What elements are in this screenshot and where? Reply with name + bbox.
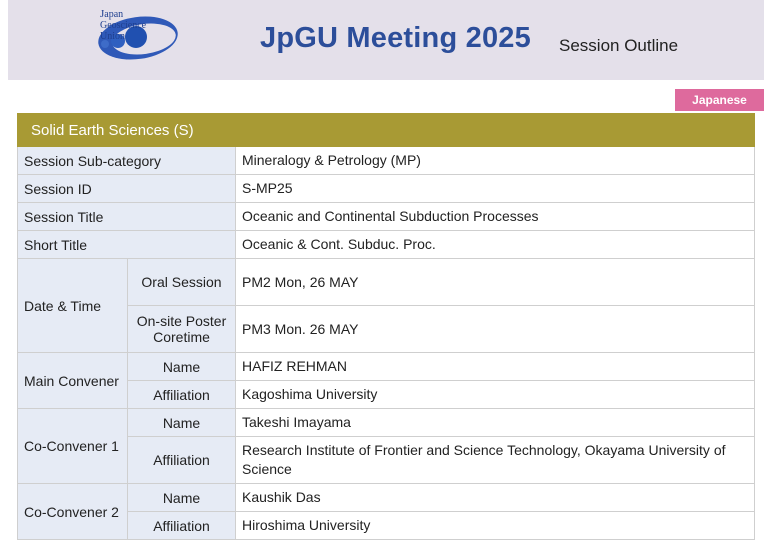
co-convener-1-name: Takeshi Imayama [235, 408, 755, 437]
main-convener-affiliation-label: Affiliation [127, 380, 236, 409]
table-row: Affiliation Kagoshima University [18, 380, 755, 409]
table-row: Affiliation Hiroshima University [18, 511, 755, 540]
table-row: Co-Convener 2 Name Kaushik Das [17, 483, 755, 540]
meeting-title: JpGU Meeting 2025 [260, 22, 531, 54]
category-title: Solid Earth Sciences (S) [17, 113, 755, 147]
short-title-value: Oceanic & Cont. Subduc. Proc. [235, 230, 755, 259]
co-convener-2-label: Co-Convener 2 [17, 483, 128, 540]
poster-coretime-label: On-site Poster Coretime [127, 305, 236, 353]
session-title-label: Session Title [17, 202, 236, 231]
oral-session-label: Oral Session [127, 258, 236, 306]
poster-coretime-value: PM3 Mon. 26 MAY [235, 305, 755, 353]
table-row: Main Convener Name HAFIZ REHMAN [17, 352, 755, 409]
table-row: On-site Poster Coretime PM3 Mon. 26 MAY [18, 305, 755, 353]
co-convener-1-affiliation-label: Affiliation [127, 436, 236, 484]
oral-session-value: PM2 Mon, 26 MAY [235, 258, 755, 306]
co-convener-1-affiliation: Research Institute of Frontier and Scien… [235, 436, 755, 484]
session-id-label: Session ID [17, 174, 236, 203]
table-row: Short Title Oceanic & Cont. Subduc. Proc… [17, 230, 755, 259]
date-time-label: Date & Time [17, 258, 128, 353]
co-convener-2-name: Kaushik Das [235, 483, 755, 512]
table-row: Date & Time Oral Session PM2 Mon, 26 MAY [17, 258, 755, 353]
co-convener-2-affiliation-label: Affiliation [127, 511, 236, 540]
page-subtitle: Session Outline [559, 36, 679, 55]
co-convener-1-name-label: Name [127, 408, 236, 437]
logo-line-2: Geoscience [100, 20, 147, 31]
site-header: Japan Geoscience Union JpGU Meeting 2025… [8, 0, 764, 80]
session-outline-table: Solid Earth Sciences (S) Session Sub-cat… [17, 113, 755, 540]
main-convener-affiliation: Kagoshima University [235, 380, 755, 409]
short-title-label: Short Title [17, 230, 236, 259]
session-title-value: Oceanic and Continental Subduction Proce… [235, 202, 755, 231]
table-row: Session ID S-MP25 [17, 174, 755, 203]
logo-line-1: apan [104, 9, 124, 20]
co-convener-1-label: Co-Convener 1 [17, 408, 128, 484]
main-convener-name: HAFIZ REHMAN [235, 352, 755, 381]
table-row: Session Title Oceanic and Continental Su… [17, 202, 755, 231]
japanese-language-button[interactable]: Japanese [675, 89, 764, 111]
table-row: Co-Convener 1 Name Takeshi Imayama [17, 408, 755, 484]
main-convener-name-label: Name [127, 352, 236, 381]
table-row: Session Sub-category Mineralogy & Petrol… [17, 146, 755, 175]
main-convener-label: Main Convener [17, 352, 128, 409]
logo-text: Japan Geoscience Union [100, 9, 147, 43]
category-row: Solid Earth Sciences (S) [17, 113, 755, 147]
table-row: Affiliation Research Institute of Fronti… [18, 436, 755, 484]
co-convener-2-name-label: Name [127, 483, 236, 512]
session-id-value: S-MP25 [235, 174, 755, 203]
sub-category-label: Session Sub-category [17, 146, 236, 175]
logo-line-3: Union [100, 31, 125, 42]
co-convener-2-affiliation: Hiroshima University [235, 511, 755, 540]
sub-category-value: Mineralogy & Petrology (MP) [235, 146, 755, 175]
